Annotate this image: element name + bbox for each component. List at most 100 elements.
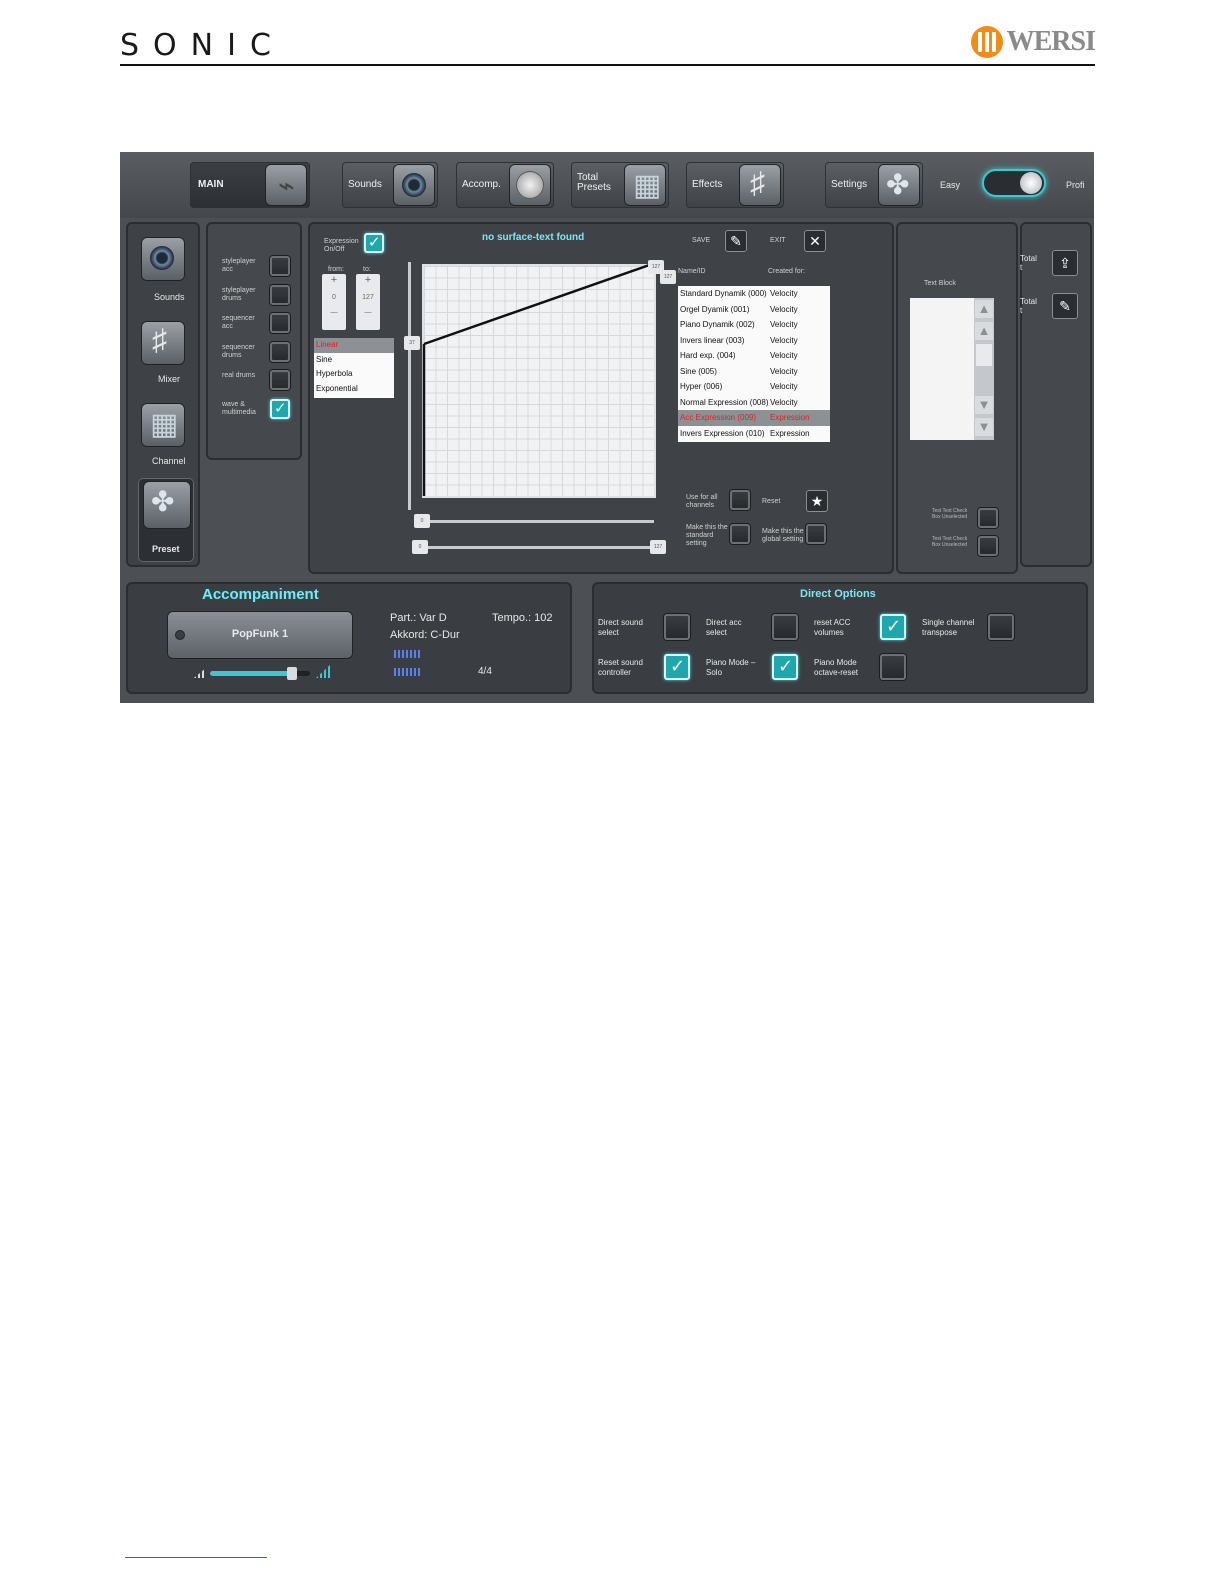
text-block-scrollbar[interactable]: ▲ ▲ ▼ ▼ — [974, 298, 994, 440]
curve-preset-name: Standard Dynamik (000) — [680, 289, 767, 298]
curve-preset-list[interactable]: Standard Dynamik (000) Velocity Orgel Dyam… — [678, 286, 830, 442]
text-block-area[interactable]: ▲ ▲ ▼ ▼ — [910, 298, 994, 440]
option-checkbox[interactable] — [270, 370, 290, 391]
range-handle-left[interactable]: 0 — [412, 540, 428, 554]
eraser-icon: ✎ — [730, 233, 742, 249]
curve-preset-row[interactable]: Sine (005) Velocity — [678, 364, 830, 380]
make-standard-checkbox[interactable] — [730, 524, 750, 544]
nav-effects-label: Effects — [692, 179, 723, 190]
direct-option-label: reset ACC volumes — [814, 618, 851, 637]
to-stepper[interactable]: + 127 — — [356, 274, 380, 330]
chord-label: Akkord: C-Dur — [390, 629, 460, 641]
direct-option-checkbox[interactable] — [664, 614, 690, 640]
curve-preset-row[interactable]: Invers Expression (010) Expression — [678, 426, 830, 442]
exit-button[interactable]: ✕ — [804, 230, 826, 252]
total-load-button[interactable]: ⇪ — [1052, 250, 1078, 276]
direct-option-checkbox[interactable] — [772, 654, 798, 680]
option-label: styleplayer drums — [222, 286, 256, 302]
curve-preset-row[interactable]: Hyper (006) Velocity — [678, 379, 830, 395]
make-standard-label: Make this the standard setting — [686, 524, 728, 547]
save-label: SAVE — [692, 237, 711, 244]
curve-handle-left[interactable]: 37 — [404, 336, 420, 350]
reset-button[interactable]: ★ — [806, 490, 828, 512]
style-select-button[interactable]: PopFunk 1 — [168, 612, 352, 658]
curve-type-item[interactable]: Linear — [314, 338, 394, 353]
reset-label: Reset — [762, 498, 781, 505]
volume-thumb[interactable] — [287, 667, 297, 680]
close-icon: ✕ — [809, 233, 821, 249]
curve-preset-row[interactable]: Hard exp. (004) Velocity — [678, 348, 830, 364]
from-minus-button[interactable]: — — [322, 309, 346, 316]
nav-effects-button[interactable]: Effects — [686, 162, 784, 208]
to-minus-button[interactable]: — — [356, 309, 380, 316]
curve-preset-row[interactable]: Piano Dynamik (002) Velocity — [678, 317, 830, 333]
option-checkbox[interactable] — [270, 284, 290, 305]
scroll-up-icon[interactable]: ▲ — [975, 322, 993, 340]
total-save-label: Total t — [1020, 297, 1037, 315]
sidebar-mixer-button[interactable] — [142, 322, 184, 364]
curve-type-list[interactable]: Linear Sine Hyperbola Exponential — [314, 338, 394, 398]
option-label: wave & multimedia — [222, 401, 256, 416]
curve-preset-name: Acc Expression (009) — [680, 413, 757, 422]
volume-slider[interactable] — [210, 667, 310, 680]
option-checkbox[interactable] — [270, 256, 290, 276]
nav-sounds-button[interactable]: Sounds — [342, 162, 438, 208]
use-all-channels-checkbox[interactable] — [730, 490, 750, 510]
curve-type-item[interactable]: Sine — [314, 353, 394, 368]
curve-preset-name: Sine (005) — [680, 366, 717, 376]
test-checkbox-1[interactable] — [978, 508, 998, 528]
option-checkbox[interactable] — [270, 313, 290, 334]
total-save-button[interactable]: ✎ — [1052, 293, 1078, 319]
document-header: SONIC WERSI — [120, 24, 1096, 66]
direct-option-label: Direct acc select — [706, 618, 742, 637]
nav-settings-label: Settings — [831, 179, 868, 190]
curve-preset-row[interactable]: Invers linear (003) Velocity — [678, 333, 830, 349]
direct-option-checkbox[interactable] — [772, 614, 798, 640]
curve-preset-row[interactable]: Acc Expression (009) Expression — [678, 410, 830, 426]
make-global-checkbox[interactable] — [806, 524, 826, 544]
direct-option-checkbox[interactable] — [664, 654, 690, 680]
from-plus-button[interactable]: + — [322, 274, 346, 286]
curve-preset-row[interactable]: Orgel Dyamik (001) Velocity — [678, 302, 830, 318]
curve-preset-row[interactable]: Normal Expression (008) Velocity — [678, 395, 830, 411]
option-checkbox[interactable] — [270, 341, 290, 362]
nav-settings-button[interactable]: Settings — [825, 162, 923, 208]
range-handle-right[interactable]: 127 — [650, 540, 666, 554]
scroll-down-icon[interactable]: ▼ — [975, 396, 993, 414]
top-navigation: MAIN Sounds Accomp. Total Presets Effect… — [120, 152, 1094, 218]
direct-option-checkbox[interactable] — [988, 614, 1014, 640]
curve-handle-top-right[interactable]: 127 — [660, 270, 676, 284]
mode-profi-label: Profi — [1066, 180, 1085, 190]
scroll-top-icon[interactable]: ▲ — [975, 300, 993, 318]
style-name: PopFunk 1 — [231, 628, 289, 640]
curve-type-item[interactable]: Hyperbola — [314, 367, 394, 382]
sidebar-channel-button[interactable] — [142, 404, 184, 446]
curve-preset-target: Velocity — [770, 320, 798, 329]
option-checkbox[interactable] — [270, 399, 290, 419]
star-icon: ★ — [810, 493, 824, 509]
scroll-thumb[interactable] — [976, 344, 992, 366]
tempo-label: Tempo.: 102 — [492, 612, 553, 624]
scroll-bottom-icon[interactable]: ▼ — [975, 418, 993, 436]
nav-accomp-button[interactable]: Accomp. — [456, 162, 554, 208]
column-created-header: Created for: — [768, 268, 805, 275]
test-checkbox-2[interactable] — [978, 536, 998, 556]
volume-fill — [210, 671, 292, 676]
direct-option-checkbox[interactable] — [880, 614, 906, 640]
save-button[interactable]: ✎ — [725, 230, 747, 252]
curve-preset-row[interactable]: Standard Dynamik (000) Velocity — [678, 286, 830, 302]
curve-type-item[interactable]: Exponential — [314, 382, 394, 397]
from-stepper[interactable]: + 0 — — [322, 274, 346, 330]
to-plus-button[interactable]: + — [356, 274, 380, 286]
sidebar-preset-label: Preset — [152, 544, 180, 554]
sidebar-preset-selected[interactable]: Preset — [138, 478, 194, 562]
curve-preset-target: Expression — [770, 428, 810, 438]
expression-onoff-checkbox[interactable] — [364, 233, 384, 253]
easy-profi-toggle[interactable] — [982, 169, 1046, 197]
accompaniment-panel: Accompaniment PopFunk 1 Part.: Var D Tem… — [126, 582, 572, 694]
curve-handle-bottom[interactable]: 0 — [414, 514, 430, 528]
direct-option-checkbox[interactable] — [880, 654, 906, 680]
nav-total-presets-button[interactable]: Total Presets — [571, 162, 669, 208]
sidebar-sounds-button[interactable] — [142, 238, 184, 280]
nav-main-button[interactable]: MAIN — [190, 162, 310, 208]
